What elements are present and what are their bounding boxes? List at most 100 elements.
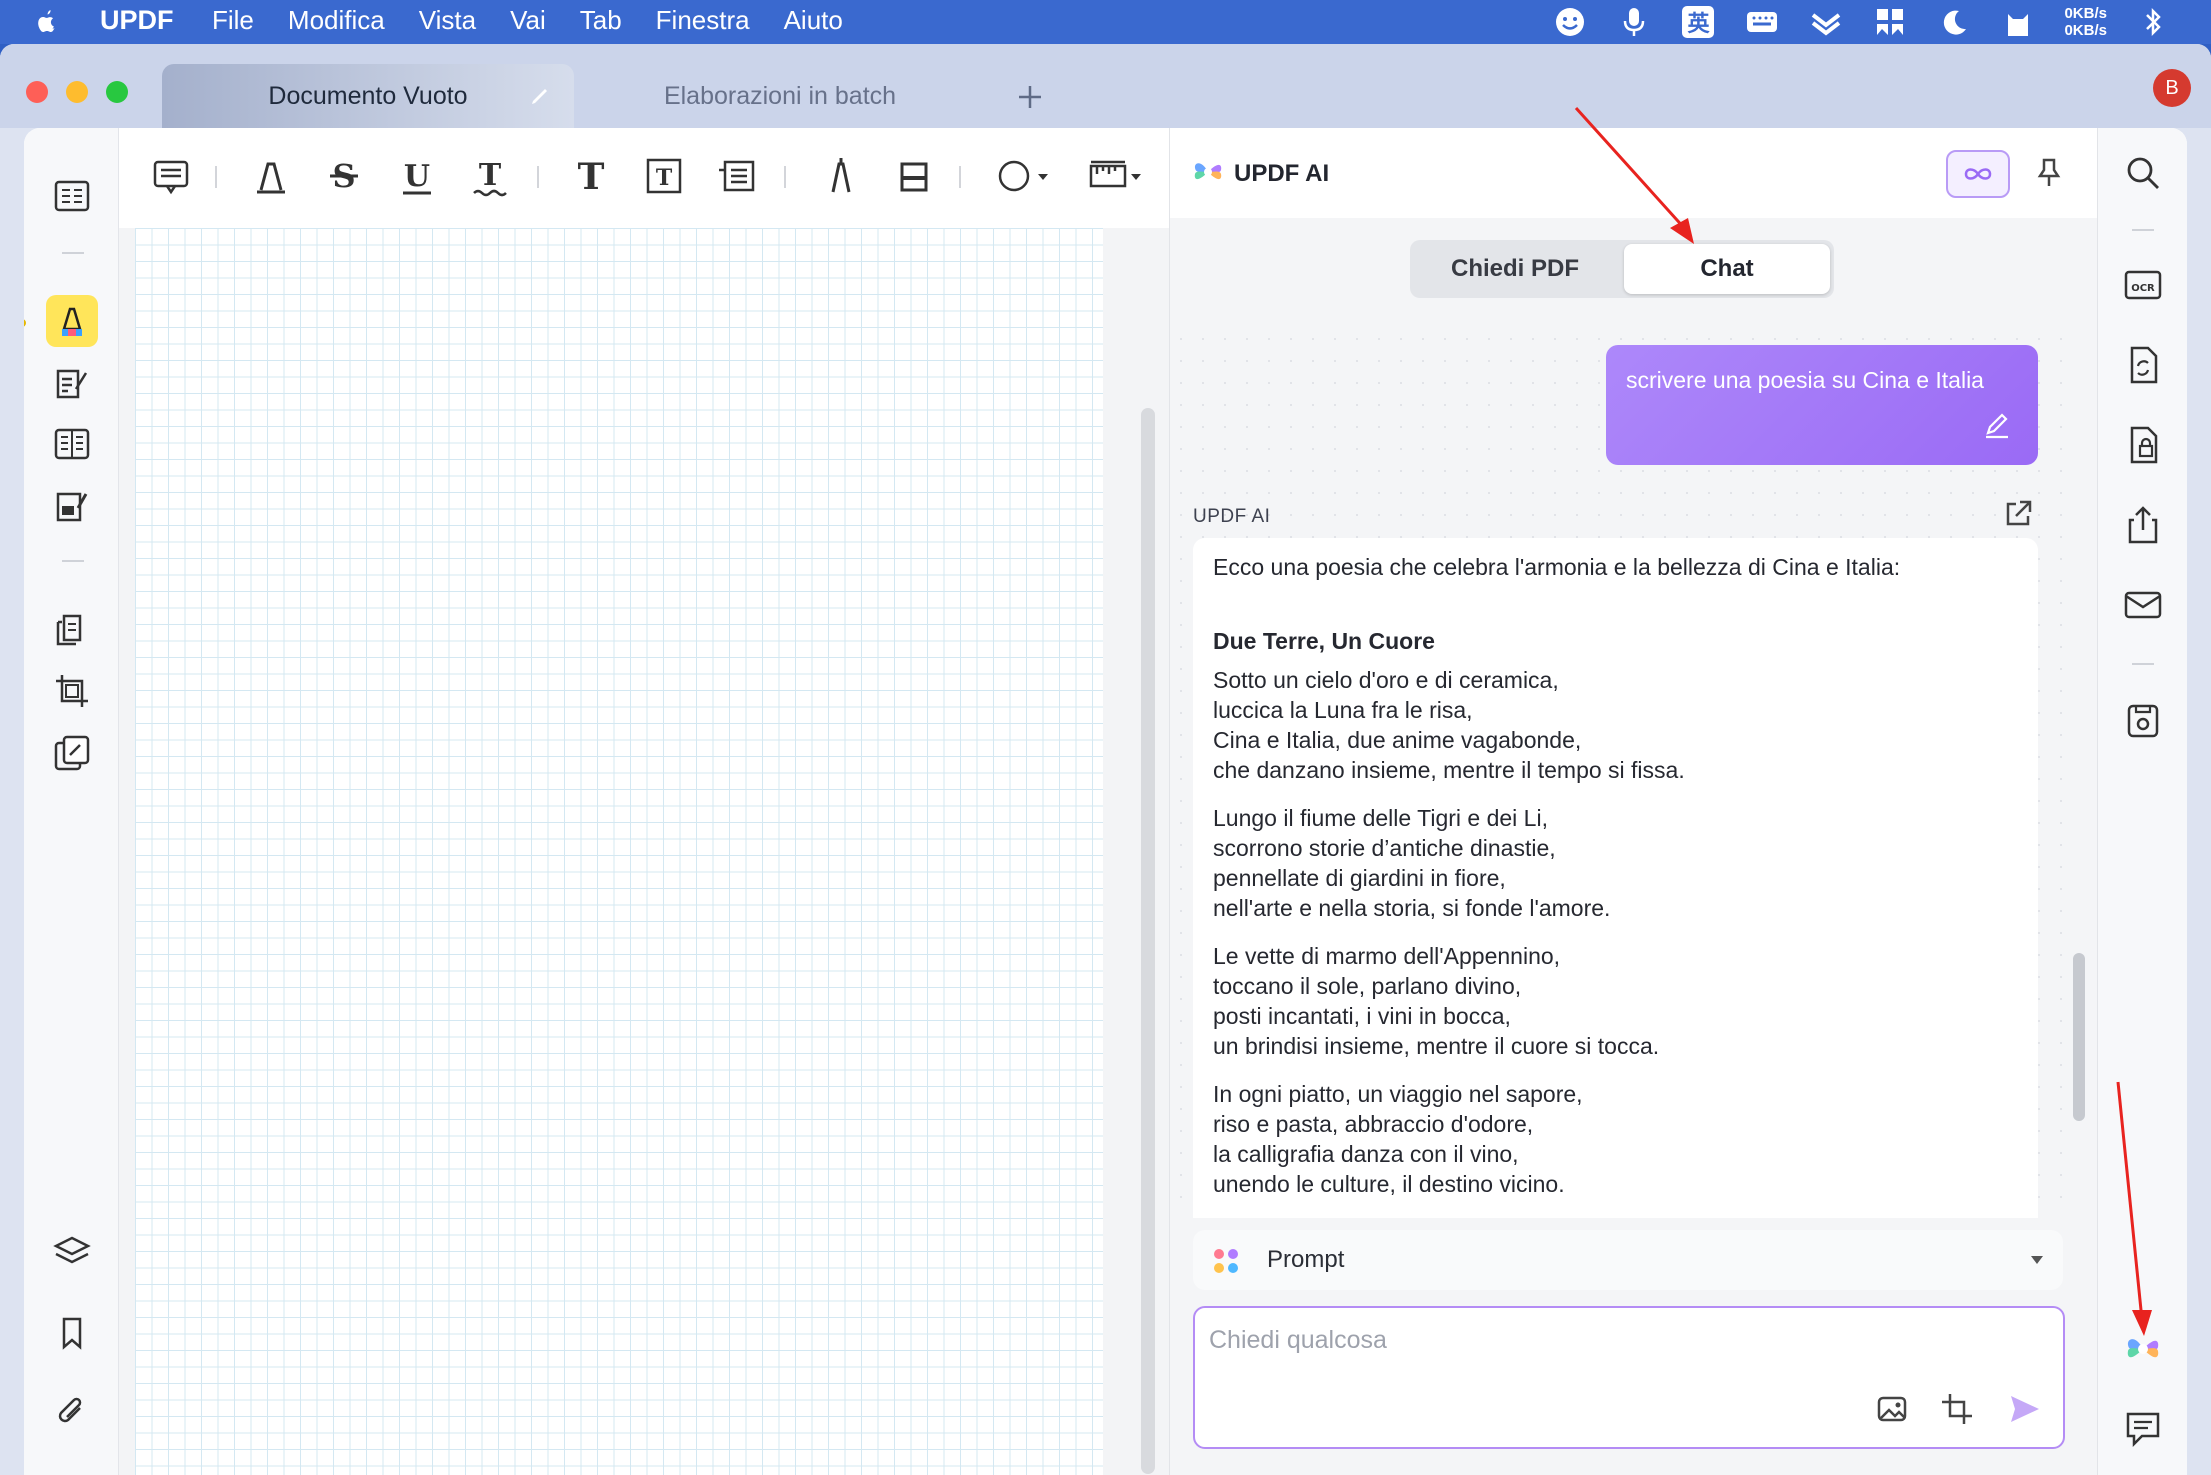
pin-icon[interactable] [2032,156,2066,190]
edit-message-icon[interactable] [1982,409,2012,439]
mail-icon[interactable] [2122,584,2164,626]
close-window-button[interactable] [26,81,48,103]
infinity-icon [1960,163,1996,185]
maximize-window-button[interactable] [106,81,128,103]
rename-tab-icon[interactable] [528,84,552,108]
pencil-tool-icon[interactable] [819,154,863,198]
underline-tool-icon[interactable]: U [395,154,439,198]
tab-chat[interactable]: Chat [1624,244,1830,294]
menu-vai[interactable]: Vai [510,5,546,36]
document-canvas[interactable] [119,228,1169,1475]
comment-list-icon[interactable] [2122,1408,2164,1450]
strikethrough-tool-icon[interactable]: S [322,154,366,198]
stanza: In ogni piatto, un viaggio nel sapore, r… [1213,1079,2018,1199]
send-icon[interactable] [2007,1392,2041,1426]
ocr-icon[interactable]: OCR [2122,264,2164,306]
left-divider-2 [62,560,84,562]
screenshot-crop-icon[interactable] [1940,1392,1974,1426]
butterfly-icon[interactable] [1872,4,1908,40]
menu-items: File Modifica Vista Vai Tab Finestra Aiu… [212,5,843,36]
tab-documento-vuoto[interactable]: Documento Vuoto [162,64,574,128]
menu-vista[interactable]: Vista [419,5,476,36]
chat-area: scrivere una poesia su Cina e Italia UPD… [1170,328,2070,1218]
menu-modifica[interactable]: Modifica [288,5,385,36]
moon-icon[interactable] [1936,4,1972,40]
keyboard-icon[interactable] [1744,4,1780,40]
image-upload-icon[interactable] [1875,1392,1909,1426]
reader-mode-icon[interactable] [46,170,98,222]
squiggly-tool-icon[interactable]: T [468,154,512,198]
external-link-icon[interactable] [2002,498,2034,530]
menu-aiuto[interactable]: Aiuto [784,5,843,36]
bookmark-icon[interactable] [46,1307,98,1359]
verse-line: posti incantati, i vini in bocca, [1213,1003,1511,1029]
right-divider-2 [2132,663,2154,665]
unlimited-button[interactable] [1946,150,2010,198]
cloud-download-icon[interactable] [1808,4,1844,40]
tab-inactive-label: Elaborazioni in batch [663,81,897,110]
text-callout-tool-icon[interactable] [715,154,759,198]
eraser-tool-icon[interactable] [892,154,936,198]
menu-bar: UPDF File Modifica Vista Vai Tab Finestr… [0,0,2211,44]
poem-title: Due Terre, Un Cuore [1213,628,1435,654]
apple-icon[interactable] [30,6,60,38]
verse-line: Le vette di marmo dell'Appennino, [1213,943,1561,969]
layers-icon[interactable] [46,1226,98,1278]
highlighter-tool-icon[interactable] [249,154,293,198]
textbox-tool-icon[interactable]: T [642,154,686,198]
updf-ai-logo-icon [1190,154,1226,190]
organize-pages-icon[interactable] [46,604,98,656]
form-edit-icon[interactable] [46,480,98,532]
page-layout-icon[interactable] [46,418,98,470]
menu-file[interactable]: File [212,5,254,36]
tools-icon[interactable] [46,727,98,779]
menu-tab[interactable]: Tab [580,5,622,36]
shape-tool-icon[interactable] [994,154,1054,198]
avatar[interactable]: B [2153,69,2191,107]
toolbar-divider-4 [959,166,961,188]
svg-text:T: T [479,158,502,193]
toolbar-divider [215,166,217,188]
svg-text:T: T [656,165,673,191]
save-icon[interactable] [2122,700,2164,742]
updf-ai-icon[interactable] [2122,1328,2164,1370]
cat-icon[interactable] [2000,4,2036,40]
verse-line: unendo le culture, il destino vicino. [1213,1171,1565,1197]
protect-icon[interactable] [2122,424,2164,466]
new-tab-icon[interactable] [1015,82,1045,112]
tab-elaborazioni-batch[interactable]: Elaborazioni in batch [580,64,980,128]
app-menu[interactable]: UPDF [100,5,174,36]
input-method-icon[interactable]: 英 [1680,4,1716,40]
verse-line: pennellate di giardini in fiore, [1213,865,1506,891]
edit-pdf-icon[interactable] [46,357,98,409]
chat-input[interactable]: Chiedi qualcosa [1193,1306,2065,1449]
chevron-down-icon [2029,1254,2045,1266]
emoji-icon[interactable] [1552,4,1588,40]
comment-tool-icon[interactable] [46,295,98,347]
bluetooth-icon[interactable] [2135,4,2171,40]
chat-input-placeholder: Chiedi qualcosa [1209,1326,1387,1354]
convert-icon[interactable] [2122,344,2164,386]
share-icon[interactable] [2122,504,2164,546]
svg-text:T: T [578,156,605,198]
text-tool-icon[interactable]: T [569,154,613,198]
prompt-selector[interactable]: Prompt [1193,1230,2063,1290]
document-scrollbar[interactable] [1141,408,1155,1474]
prompt-label: Prompt [1267,1246,1345,1273]
minimize-window-button[interactable] [66,81,88,103]
microphone-icon[interactable] [1616,4,1652,40]
tab-chiedi-pdf[interactable]: Chiedi PDF [1414,244,1616,294]
measure-tool-icon[interactable] [1087,154,1147,198]
status-icons: 英 0KB/s 0KB/s [1552,4,2171,40]
menu-finestra[interactable]: Finestra [656,5,750,36]
input-method-label: 英 [1682,6,1715,38]
chat-scrollbar[interactable] [2073,953,2085,1121]
verse-line: nell'arte e nella storia, si fonde l'amo… [1213,895,1611,921]
crop-pages-icon[interactable] [46,665,98,717]
note-tool-icon[interactable] [149,154,193,198]
grid-page[interactable] [135,228,1103,1475]
verse-line: Sotto un cielo d'oro e di ceramica, [1213,667,1559,693]
ai-panel: UPDF AI Chiedi PDF Chat scrivere una poe… [1169,128,2098,1475]
attachment-icon[interactable] [46,1386,98,1438]
search-icon[interactable] [2122,152,2164,194]
